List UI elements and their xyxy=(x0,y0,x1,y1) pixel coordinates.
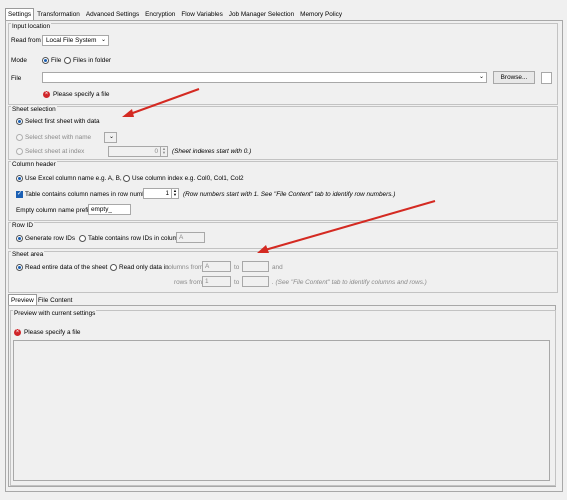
annotation-arrow-sheet-selection xyxy=(122,88,200,117)
annotation-arrow-sheet-area xyxy=(257,200,436,253)
annotation-arrows xyxy=(122,88,436,253)
